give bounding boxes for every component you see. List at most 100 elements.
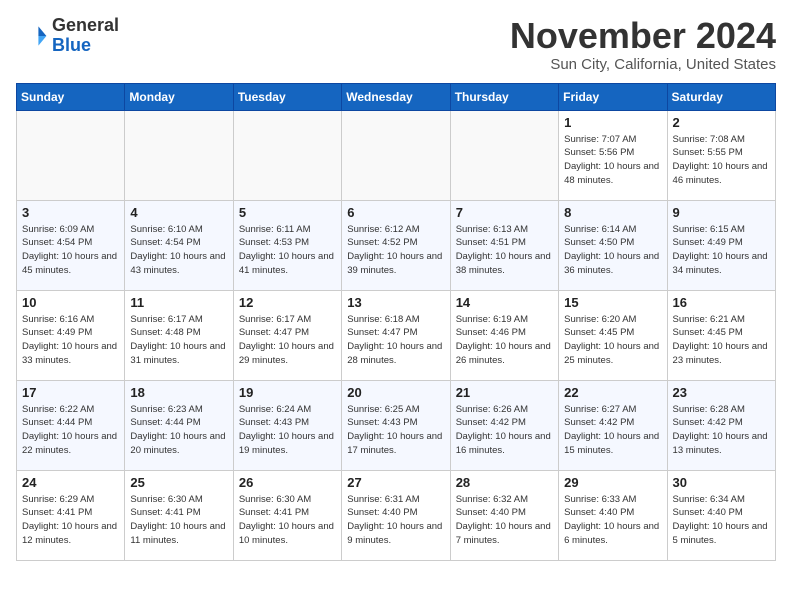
calendar-cell: 29 Sunrise: 6:33 AMSunset: 4:40 PMDayligh… xyxy=(559,470,667,560)
day-number: 26 xyxy=(239,475,336,490)
day-number: 27 xyxy=(347,475,444,490)
day-info: Sunrise: 6:12 AMSunset: 4:52 PMDaylight:… xyxy=(347,223,444,278)
title-block: November 2024 Sun City, California, Unit… xyxy=(510,16,776,73)
logo-general: General xyxy=(52,16,119,36)
day-number: 30 xyxy=(673,475,770,490)
calendar-cell: 18 Sunrise: 6:23 AMSunset: 4:44 PMDayligh… xyxy=(125,380,233,470)
day-info: Sunrise: 6:14 AMSunset: 4:50 PMDaylight:… xyxy=(564,223,661,278)
weekday-header: Monday xyxy=(125,83,233,110)
calendar-week-row: 1 Sunrise: 7:07 AMSunset: 5:56 PMDaylight… xyxy=(17,110,776,200)
day-info: Sunrise: 6:31 AMSunset: 4:40 PMDaylight:… xyxy=(347,493,444,548)
calendar-cell: 7 Sunrise: 6:13 AMSunset: 4:51 PMDaylight… xyxy=(450,200,558,290)
day-info: Sunrise: 6:18 AMSunset: 4:47 PMDaylight:… xyxy=(347,313,444,368)
day-number: 7 xyxy=(456,205,553,220)
logo-blue: Blue xyxy=(52,36,119,56)
day-number: 25 xyxy=(130,475,227,490)
day-number: 12 xyxy=(239,295,336,310)
calendar-week-row: 17Sunrise: 6:22 AMSunset: 4:44 PMDayligh… xyxy=(17,380,776,470)
day-info: Sunrise: 6:19 AMSunset: 4:46 PMDaylight:… xyxy=(456,313,553,368)
calendar-cell: 27 Sunrise: 6:31 AMSunset: 4:40 PMDayligh… xyxy=(342,470,450,560)
day-number: 28 xyxy=(456,475,553,490)
day-number: 29 xyxy=(564,475,661,490)
location-subtitle: Sun City, California, United States xyxy=(510,56,776,73)
calendar-cell xyxy=(17,110,125,200)
calendar-cell: 10Sunrise: 6:16 AMSunset: 4:49 PMDayligh… xyxy=(17,290,125,380)
day-info: Sunrise: 6:27 AMSunset: 4:42 PMDaylight:… xyxy=(564,403,661,458)
day-number: 20 xyxy=(347,385,444,400)
day-info: Sunrise: 6:17 AMSunset: 4:48 PMDaylight:… xyxy=(130,313,227,368)
day-info: Sunrise: 6:29 AMSunset: 4:41 PMDaylight:… xyxy=(22,493,119,548)
weekday-header: Sunday xyxy=(17,83,125,110)
calendar-cell xyxy=(125,110,233,200)
day-info: Sunrise: 6:33 AMSunset: 4:40 PMDaylight:… xyxy=(564,493,661,548)
day-number: 17 xyxy=(22,385,119,400)
weekday-header: Tuesday xyxy=(233,83,341,110)
weekday-header: Saturday xyxy=(667,83,775,110)
calendar-week-row: 24 Sunrise: 6:29 AMSunset: 4:41 PMDayligh… xyxy=(17,470,776,560)
weekday-header: Friday xyxy=(559,83,667,110)
calendar-cell: 25 Sunrise: 6:30 AMSunset: 4:41 PMDayligh… xyxy=(125,470,233,560)
day-number: 11 xyxy=(130,295,227,310)
day-number: 3 xyxy=(22,205,119,220)
calendar-cell: 9Sunrise: 6:15 AMSunset: 4:49 PMDaylight… xyxy=(667,200,775,290)
calendar-cell: 30 Sunrise: 6:34 AMSunset: 4:40 PMDayligh… xyxy=(667,470,775,560)
calendar-table: SundayMondayTuesdayWednesdayThursdayFrid… xyxy=(16,83,776,561)
day-info: Sunrise: 6:30 AMSunset: 4:41 PMDaylight:… xyxy=(239,493,336,548)
day-number: 22 xyxy=(564,385,661,400)
calendar-week-row: 3Sunrise: 6:09 AMSunset: 4:54 PMDaylight… xyxy=(17,200,776,290)
calendar-cell: 11 Sunrise: 6:17 AMSunset: 4:48 PMDayligh… xyxy=(125,290,233,380)
calendar-cell: 24 Sunrise: 6:29 AMSunset: 4:41 PMDayligh… xyxy=(17,470,125,560)
day-number: 5 xyxy=(239,205,336,220)
calendar-cell: 3Sunrise: 6:09 AMSunset: 4:54 PMDaylight… xyxy=(17,200,125,290)
day-number: 24 xyxy=(22,475,119,490)
day-info: Sunrise: 6:17 AMSunset: 4:47 PMDaylight:… xyxy=(239,313,336,368)
day-info: Sunrise: 6:26 AMSunset: 4:42 PMDaylight:… xyxy=(456,403,553,458)
calendar-cell: 21 Sunrise: 6:26 AMSunset: 4:42 PMDayligh… xyxy=(450,380,558,470)
calendar-cell xyxy=(342,110,450,200)
calendar-week-row: 10Sunrise: 6:16 AMSunset: 4:49 PMDayligh… xyxy=(17,290,776,380)
logo: General Blue xyxy=(16,16,119,56)
day-number: 13 xyxy=(347,295,444,310)
day-info: Sunrise: 6:10 AMSunset: 4:54 PMDaylight:… xyxy=(130,223,227,278)
day-info: Sunrise: 6:32 AMSunset: 4:40 PMDaylight:… xyxy=(456,493,553,548)
day-number: 21 xyxy=(456,385,553,400)
day-number: 19 xyxy=(239,385,336,400)
day-info: Sunrise: 7:07 AMSunset: 5:56 PMDaylight:… xyxy=(564,133,661,188)
calendar-cell xyxy=(450,110,558,200)
day-number: 4 xyxy=(130,205,227,220)
calendar-cell: 2Sunrise: 7:08 AMSunset: 5:55 PMDaylight… xyxy=(667,110,775,200)
calendar-cell: 16Sunrise: 6:21 AMSunset: 4:45 PMDayligh… xyxy=(667,290,775,380)
day-info: Sunrise: 6:28 AMSunset: 4:42 PMDaylight:… xyxy=(673,403,770,458)
day-info: Sunrise: 6:13 AMSunset: 4:51 PMDaylight:… xyxy=(456,223,553,278)
day-number: 18 xyxy=(130,385,227,400)
day-number: 23 xyxy=(673,385,770,400)
day-info: Sunrise: 6:30 AMSunset: 4:41 PMDaylight:… xyxy=(130,493,227,548)
calendar-cell: 13 Sunrise: 6:18 AMSunset: 4:47 PMDayligh… xyxy=(342,290,450,380)
day-info: Sunrise: 6:20 AMSunset: 4:45 PMDaylight:… xyxy=(564,313,661,368)
calendar-cell xyxy=(233,110,341,200)
calendar-cell: 26 Sunrise: 6:30 AMSunset: 4:41 PMDayligh… xyxy=(233,470,341,560)
day-number: 15 xyxy=(564,295,661,310)
day-number: 16 xyxy=(673,295,770,310)
day-info: Sunrise: 6:23 AMSunset: 4:44 PMDaylight:… xyxy=(130,403,227,458)
calendar-cell: 28 Sunrise: 6:32 AMSunset: 4:40 PMDayligh… xyxy=(450,470,558,560)
day-number: 1 xyxy=(564,115,661,130)
weekday-header: Thursday xyxy=(450,83,558,110)
day-info: Sunrise: 6:34 AMSunset: 4:40 PMDaylight:… xyxy=(673,493,770,548)
day-info: Sunrise: 6:25 AMSunset: 4:43 PMDaylight:… xyxy=(347,403,444,458)
calendar-header: SundayMondayTuesdayWednesdayThursdayFrid… xyxy=(17,83,776,110)
logo-text: General Blue xyxy=(52,16,119,56)
day-info: Sunrise: 6:11 AMSunset: 4:53 PMDaylight:… xyxy=(239,223,336,278)
day-number: 2 xyxy=(673,115,770,130)
calendar-cell: 12 Sunrise: 6:17 AMSunset: 4:47 PMDayligh… xyxy=(233,290,341,380)
day-info: Sunrise: 6:15 AMSunset: 4:49 PMDaylight:… xyxy=(673,223,770,278)
calendar-cell: 4 Sunrise: 6:10 AMSunset: 4:54 PMDaylight… xyxy=(125,200,233,290)
page-header: General Blue November 2024 Sun City, Cal… xyxy=(16,16,776,73)
calendar-cell: 22 Sunrise: 6:27 AMSunset: 4:42 PMDayligh… xyxy=(559,380,667,470)
calendar-cell: 15 Sunrise: 6:20 AMSunset: 4:45 PMDayligh… xyxy=(559,290,667,380)
calendar-cell: 8 Sunrise: 6:14 AMSunset: 4:50 PMDaylight… xyxy=(559,200,667,290)
day-number: 8 xyxy=(564,205,661,220)
day-info: Sunrise: 6:24 AMSunset: 4:43 PMDaylight:… xyxy=(239,403,336,458)
day-info: Sunrise: 6:16 AMSunset: 4:49 PMDaylight:… xyxy=(22,313,119,368)
calendar-cell: 5 Sunrise: 6:11 AMSunset: 4:53 PMDaylight… xyxy=(233,200,341,290)
